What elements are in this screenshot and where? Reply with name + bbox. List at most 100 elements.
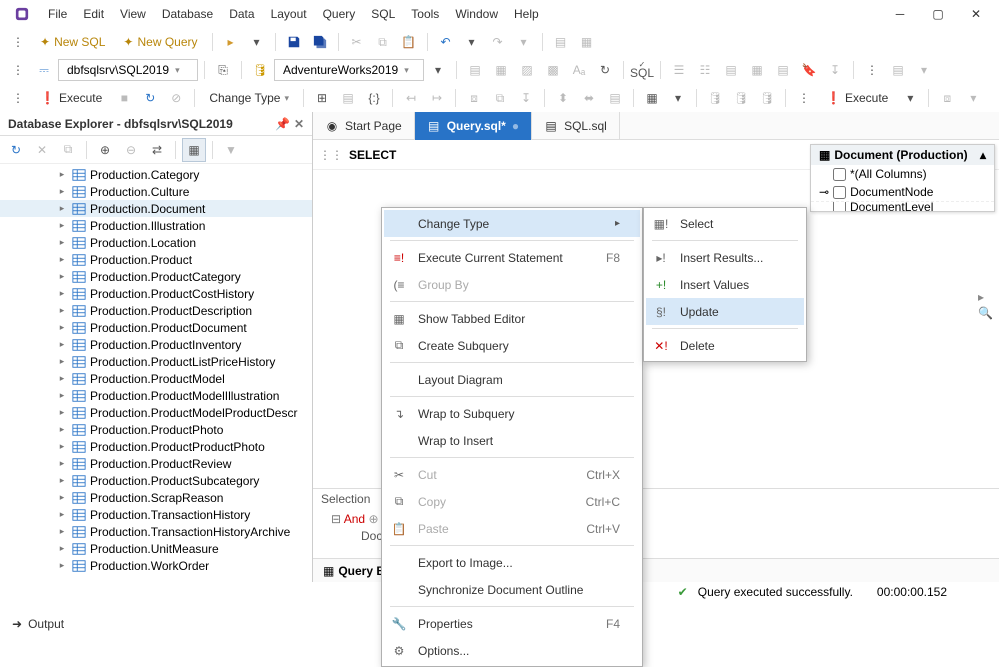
tree-item[interactable]: ▸Production.Culture <box>0 183 312 200</box>
execute-button-2[interactable]: ❗ Execute <box>818 88 896 108</box>
view-mode-icon[interactable]: ▦ <box>182 138 206 162</box>
menu-properties[interactable]: 🔧 Properties F4 <box>384 610 640 637</box>
tree-item[interactable]: ▸Production.ProductProductPhoto <box>0 438 312 455</box>
server-combo[interactable]: dbfsqlsrv\SQL2019 ▾ <box>58 59 198 81</box>
dropdown-arrow-icon[interactable]: ▾ <box>666 86 690 110</box>
tree-item[interactable]: ▸Production.ProductSubcategory <box>0 472 312 489</box>
menu-sql[interactable]: SQL <box>363 3 403 25</box>
submenu-insert-results[interactable]: ▸! Insert Results... <box>646 244 804 271</box>
menu-execute-current[interactable]: ≡! Execute Current Statement F8 <box>384 244 640 271</box>
menu-view[interactable]: View <box>112 3 154 25</box>
tree-item[interactable]: ▸Production.ScrapReason <box>0 489 312 506</box>
chevron-right-icon[interactable]: ▸ <box>978 290 993 304</box>
chevron-right-icon[interactable]: ▸ <box>56 220 68 231</box>
tb-icon[interactable]: ⊘ <box>164 86 188 110</box>
chevron-right-icon[interactable]: ▸ <box>56 373 68 384</box>
tab-sql-sql[interactable]: ▤ SQL.sql <box>532 112 620 140</box>
doc-panel-item[interactable]: *(All Columns) <box>811 165 994 183</box>
tree-item[interactable]: ▸Production.Document <box>0 200 312 217</box>
submenu-select[interactable]: ▦! Select <box>646 210 804 237</box>
copy-icon[interactable]: ⧉ <box>56 138 80 162</box>
column-checkbox[interactable] <box>833 201 846 211</box>
submenu-insert-values[interactable]: +! Insert Values <box>646 271 804 298</box>
menu-export-image[interactable]: Export to Image... <box>384 549 640 576</box>
close-icon[interactable]: ✕ <box>30 138 54 162</box>
stop-icon[interactable]: ■ <box>112 86 136 110</box>
chevron-right-icon[interactable]: ▸ <box>56 271 68 282</box>
tb-icon[interactable]: ⧉ <box>488 86 512 110</box>
menu-window[interactable]: Window <box>447 3 506 25</box>
tree-item[interactable]: ▸Production.ProductInventory <box>0 336 312 353</box>
menu-paste[interactable]: 📋 Paste Ctrl+V <box>384 515 640 542</box>
grip-icon[interactable]: ⋮ <box>6 30 30 54</box>
tree-item[interactable]: ▸Production.ProductModelProductDescr <box>0 404 312 421</box>
chevron-right-icon[interactable]: ▸ <box>56 560 68 571</box>
tree-item[interactable]: ▸Production.ProductCostHistory <box>0 285 312 302</box>
tb-icon[interactable]: ⧈ <box>935 86 959 110</box>
menu-layout-diagram[interactable]: Layout Diagram <box>384 366 640 393</box>
tb-icon[interactable]: Aₐ <box>567 58 591 82</box>
save-all-icon[interactable] <box>308 30 332 54</box>
chevron-right-icon[interactable]: ▸ <box>56 424 68 435</box>
tb-icon[interactable]: ▨ <box>515 58 539 82</box>
menu-cut[interactable]: ✂ Cut Ctrl+X <box>384 461 640 488</box>
tb-icon[interactable]: ▤ <box>603 86 627 110</box>
chevron-right-icon[interactable]: ▸ <box>56 322 68 333</box>
tree-item[interactable]: ▸Production.TransactionHistory <box>0 506 312 523</box>
copy-icon[interactable]: ⧉ <box>371 30 395 54</box>
tb-icon[interactable]: ▦ <box>745 58 769 82</box>
tb-icon[interactable]: ▦ <box>489 58 513 82</box>
close-icon[interactable]: ✕ <box>294 117 304 131</box>
tree-item[interactable]: ▸Production.ProductReview <box>0 455 312 472</box>
menu-tools[interactable]: Tools <box>403 3 447 25</box>
cut-icon[interactable]: ✂ <box>345 30 369 54</box>
tb-icon[interactable]: ▤ <box>719 58 743 82</box>
menu-group-by[interactable]: (≡ Group By <box>384 271 640 298</box>
doc-panel-item[interactable]: DocumentLevel <box>811 201 994 211</box>
tree-item[interactable]: ▸Production.TransactionHistoryArchive <box>0 523 312 540</box>
add-icon[interactable]: ⊕ <box>368 512 378 526</box>
dropdown-arrow-icon[interactable]: ▾ <box>898 86 922 110</box>
tb-icon[interactable]: ⬌ <box>577 86 601 110</box>
tree-item[interactable]: ▸Production.ProductModelIllustration <box>0 387 312 404</box>
chevron-right-icon[interactable]: ▸ <box>56 458 68 469</box>
bookmark-icon[interactable]: 🔖 <box>797 58 821 82</box>
redo-icon[interactable]: ↷ <box>486 30 510 54</box>
tree-item[interactable]: ▸Production.UnitMeasure <box>0 540 312 557</box>
tree-item[interactable]: ▸Production.Illustration <box>0 217 312 234</box>
menu-tabbed-editor[interactable]: ▦ Show Tabbed Editor <box>384 305 640 332</box>
undo-icon[interactable]: ↶ <box>434 30 458 54</box>
chevron-right-icon[interactable]: ▸ <box>56 288 68 299</box>
doc-panel-header[interactable]: ▦ Document (Production) ▴ <box>811 145 994 165</box>
menu-options[interactable]: ⚙ Options... <box>384 637 640 664</box>
brackets-icon[interactable]: {:} <box>362 86 386 110</box>
minimize-icon[interactable]: ─ <box>893 7 907 21</box>
refresh-icon[interactable]: ↻ <box>138 86 162 110</box>
maximize-icon[interactable]: ▢ <box>931 7 945 21</box>
tb-icon[interactable]: ⧈ <box>462 86 486 110</box>
tb-icon[interactable]: ↦ <box>425 86 449 110</box>
tree-item[interactable]: ▸Production.ProductModel <box>0 370 312 387</box>
chevron-right-icon[interactable]: ▸ <box>56 169 68 180</box>
chevron-right-icon[interactable]: ▸ <box>56 526 68 537</box>
menu-create-subquery[interactable]: ⧉ Create Subquery <box>384 332 640 359</box>
database-combo[interactable]: AdventureWorks2019 ▾ <box>274 59 424 81</box>
pin-icon[interactable]: 📌 <box>275 117 290 131</box>
document-panel[interactable]: ▦ Document (Production) ▴ *(All Columns)… <box>810 144 995 212</box>
submenu-delete[interactable]: ✕! Delete <box>646 332 804 359</box>
filter-icon[interactable]: ▼ <box>219 138 243 162</box>
grip-icon[interactable]: ⋮ <box>860 58 884 82</box>
chevron-right-icon[interactable]: ▸ <box>56 492 68 503</box>
tab-query-sql[interactable]: ▤ Query.sql* ● <box>415 112 532 140</box>
chevron-right-icon[interactable]: ▸ <box>56 339 68 350</box>
grip-icon[interactable]: ⋮⋮ <box>319 148 343 162</box>
server-icon[interactable]: ⎓ <box>32 58 56 82</box>
grid-icon[interactable]: ▦ <box>640 86 664 110</box>
menu-sync-outline[interactable]: Synchronize Document Outline <box>384 576 640 603</box>
tree-item[interactable]: ▸Production.WorkOrder <box>0 557 312 574</box>
db-icon[interactable]: 🛢 <box>729 86 753 110</box>
tb-icon[interactable]: ▤ <box>771 58 795 82</box>
tb-icon[interactable]: ▤ <box>886 58 910 82</box>
menu-file[interactable]: File <box>40 3 75 25</box>
chevron-right-icon[interactable]: ▸ <box>56 390 68 401</box>
